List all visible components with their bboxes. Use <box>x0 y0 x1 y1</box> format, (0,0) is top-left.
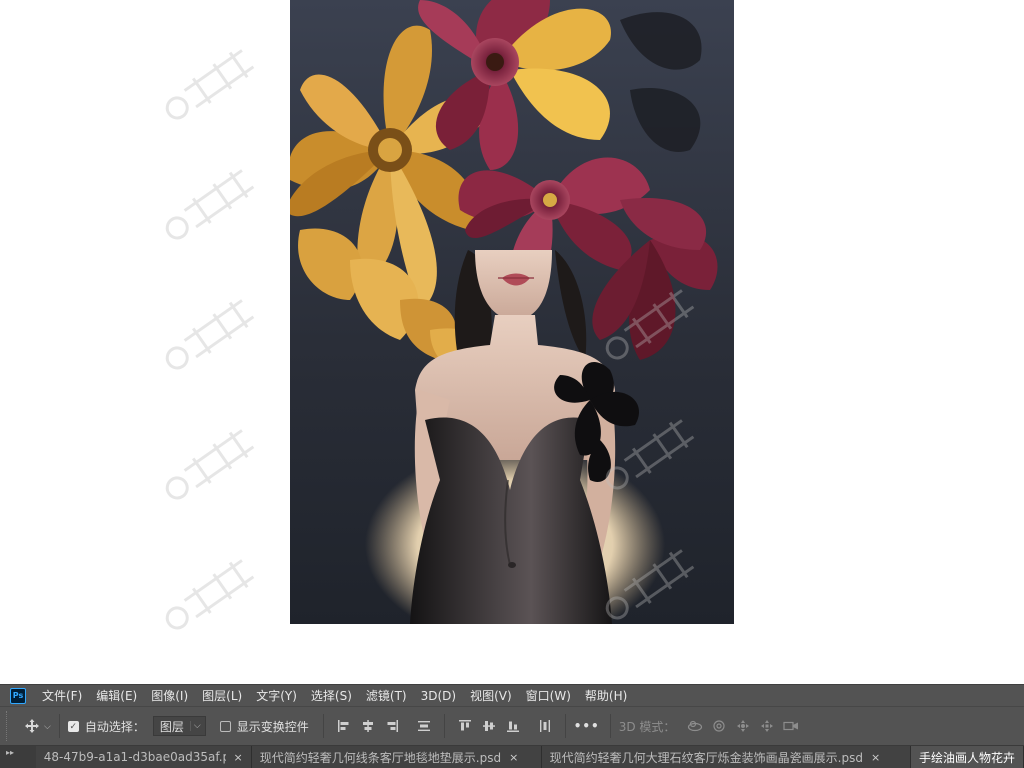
show-transform-label: 显示变换控件 <box>236 719 309 734</box>
menu-image[interactable]: 图像(I) <box>151 687 188 704</box>
menu-bar: Ps 文件(F) 编辑(E) 图像(I) 图层(L) 文字(Y) 选择(S) 滤… <box>0 684 1024 706</box>
menu-3d[interactable]: 3D(D) <box>421 689 456 703</box>
document-tab[interactable]: 现代简约轻奢几何线条客厅地毯地垫展示.psd × <box>251 746 542 768</box>
more-options-button[interactable]: ••• <box>574 719 600 733</box>
close-icon[interactable]: × <box>509 751 518 764</box>
menu-select[interactable]: 选择(S) <box>311 687 352 704</box>
divider <box>443 714 445 738</box>
artwork-image <box>290 0 734 624</box>
watermark-logo <box>150 290 270 385</box>
menu-edit[interactable]: 编辑(E) <box>96 687 137 704</box>
watermark-logo <box>150 420 270 515</box>
close-icon[interactable]: × <box>234 751 243 764</box>
align-top-edges-icon[interactable] <box>453 715 477 737</box>
align-bottom-edges-icon[interactable] <box>501 715 525 737</box>
canvas-area[interactable] <box>0 0 1024 684</box>
menu-file[interactable]: 文件(F) <box>42 687 82 704</box>
align-left-edges-icon[interactable] <box>332 715 356 737</box>
tab-title: 现代简约轻奢几何线条客厅地毯地垫展示.psd <box>259 750 502 765</box>
menu-window[interactable]: 窗口(W) <box>526 687 571 704</box>
orbit-3d-icon[interactable] <box>683 715 707 737</box>
artwork-painting <box>290 0 734 624</box>
roll-3d-icon[interactable] <box>707 715 731 737</box>
distribute-horizontal-icon[interactable] <box>533 715 557 737</box>
tab-title: 现代简约轻奢几何大理石纹客厅烁金装饰画晶瓷画展示.psd <box>549 750 863 765</box>
menu-view[interactable]: 视图(V) <box>470 687 512 704</box>
options-grip-handle[interactable] <box>6 711 12 741</box>
auto-select-checkbox[interactable] <box>67 720 79 732</box>
tab-overflow-chevron-icon[interactable]: ▸▸ <box>0 746 36 768</box>
tab-title: 48-47b9-a1a1-d3bae0ad35af.png <box>43 750 226 764</box>
menu-help[interactable]: 帮助(H) <box>585 687 627 704</box>
document-tab-bar: ▸▸ 48-47b9-a1a1-d3bae0ad35af.png × 现代简约轻… <box>0 746 1024 768</box>
align-right-edges-icon[interactable] <box>380 715 404 737</box>
align-vertical-centers-icon[interactable] <box>477 715 501 737</box>
menu-type[interactable]: 文字(Y) <box>256 687 297 704</box>
show-transform-checkbox[interactable] <box>219 720 231 732</box>
divider <box>609 714 611 738</box>
close-icon[interactable]: × <box>871 751 880 764</box>
watermark-logo <box>150 160 270 255</box>
watermark-logo <box>150 40 270 135</box>
auto-select-label: 自动选择： <box>84 719 145 734</box>
document-tab[interactable]: 48-47b9-a1a1-d3bae0ad35af.png × <box>35 746 252 768</box>
chevron-down-icon: ⌵ <box>189 721 201 731</box>
distribute-vertical-icon[interactable] <box>412 715 436 737</box>
move-arrows-icon[interactable] <box>24 718 40 734</box>
document-tab[interactable]: 现代简约轻奢几何大理石纹客厅烁金装饰画晶瓷画展示.psd × <box>541 746 911 768</box>
align-horizontal-centers-icon[interactable] <box>356 715 380 737</box>
auto-select-target-dropdown[interactable]: 图层 ⌵ <box>152 716 206 736</box>
mode-3d-label: 3D 模式： <box>618 719 676 734</box>
video-camera-icon[interactable] <box>779 715 803 737</box>
pan-3d-icon[interactable] <box>731 715 755 737</box>
slide-3d-icon[interactable] <box>755 715 779 737</box>
options-bar: ⌵ 自动选择： 图层 ⌵ 显示变换控件 ••• 3D 模式： <box>0 706 1024 746</box>
tab-title: 手绘油画人物花卉 <box>918 750 1015 765</box>
watermark-logo <box>150 550 270 645</box>
divider <box>322 714 324 738</box>
photoshop-logo-icon[interactable]: Ps <box>10 687 26 704</box>
document-tab-active[interactable]: 手绘油画人物花卉 <box>910 746 1024 768</box>
divider <box>564 714 566 738</box>
auto-select-target-value: 图层 <box>159 719 184 734</box>
menu-layer[interactable]: 图层(L) <box>202 687 242 704</box>
divider <box>58 714 60 738</box>
menu-filter[interactable]: 滤镜(T) <box>366 687 407 704</box>
tool-preset-chevron-down-icon[interactable]: ⌵ <box>44 721 51 732</box>
